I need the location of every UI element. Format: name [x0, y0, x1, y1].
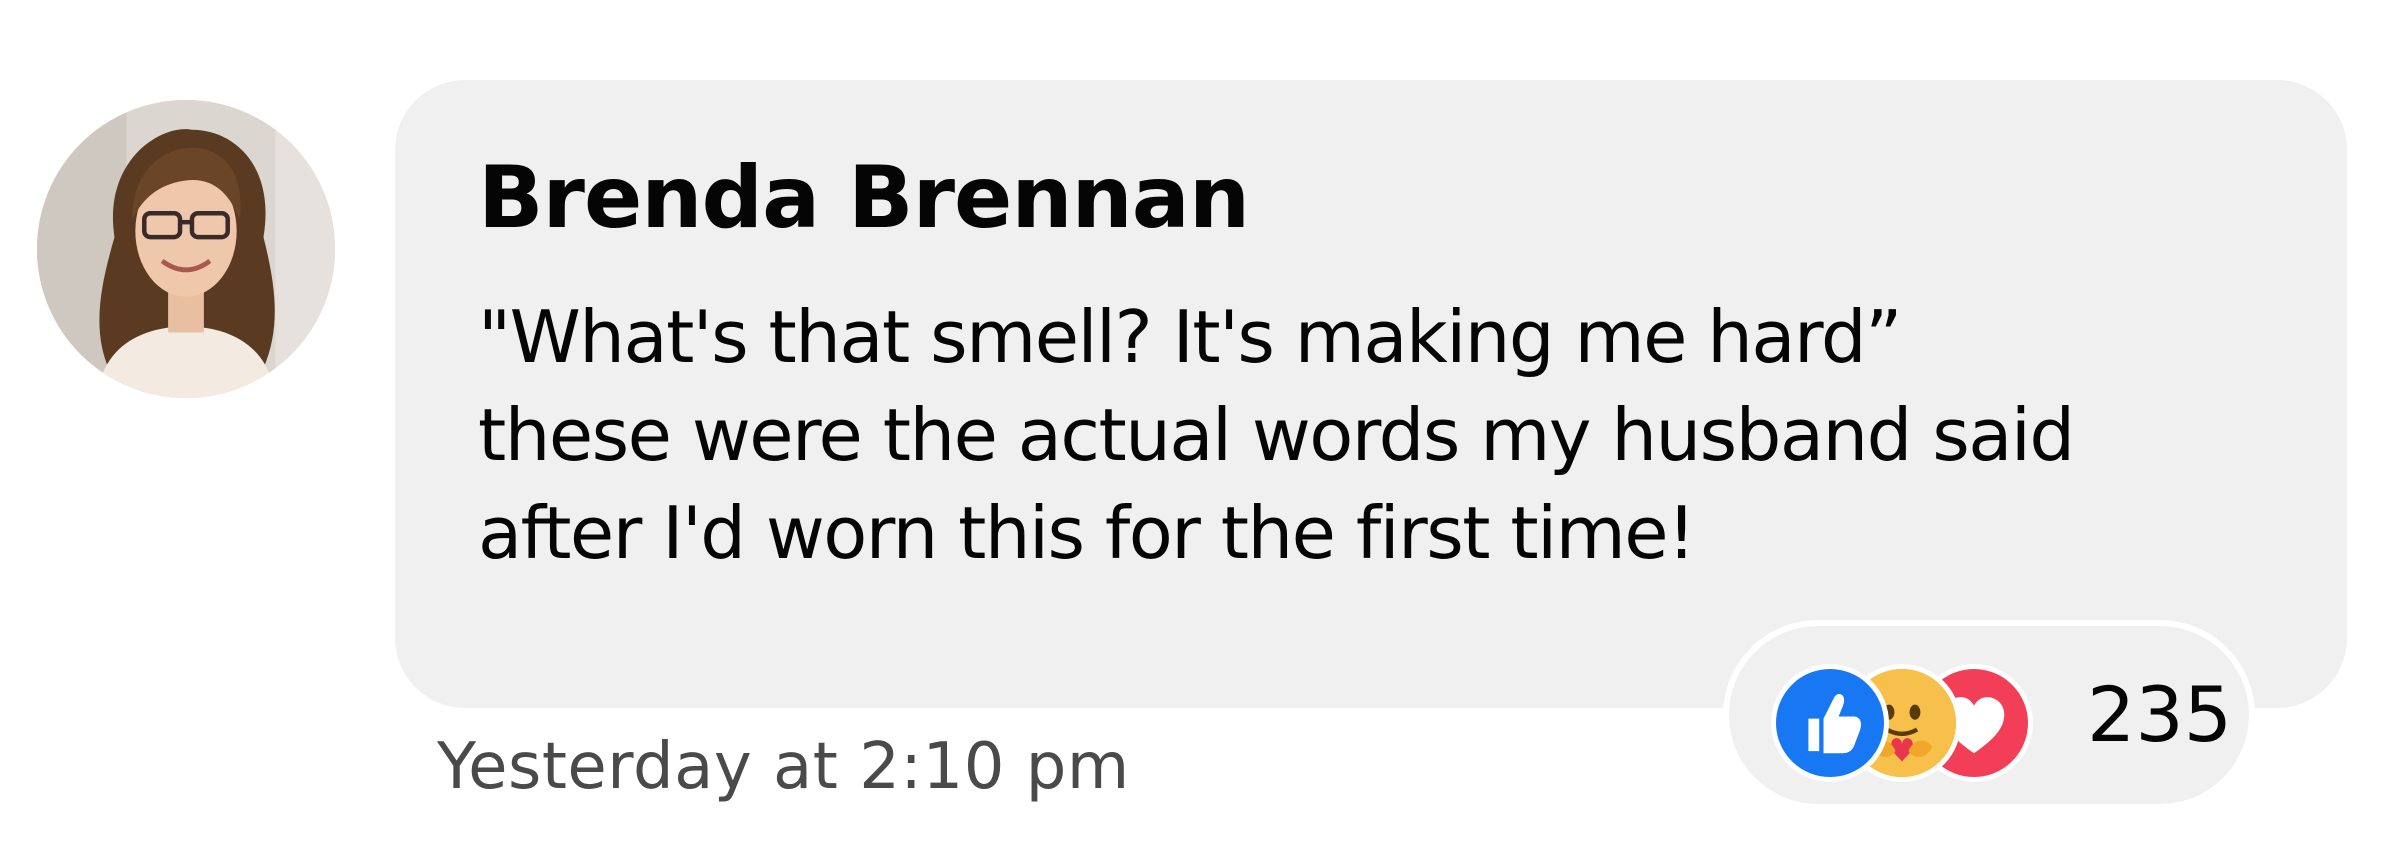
comment-timestamp[interactable]: Yesterday at 2:10 pm	[437, 730, 1130, 804]
comment-text: "What's that smell? It's making me hard”…	[478, 288, 2278, 582]
profile-photo-icon	[37, 100, 335, 398]
comment-text-line: these were the actual words my husband s…	[478, 393, 2075, 477]
like-icon	[1771, 664, 1889, 782]
avatar[interactable]	[37, 100, 335, 398]
comment-author[interactable]: Brenda Brennan	[478, 148, 1250, 248]
comment-text-line: after I'd worn this for the first time!	[478, 491, 1696, 575]
reaction-count: 235	[2087, 670, 2233, 759]
comment-text-line: "What's that smell? It's making me hard”	[478, 295, 1902, 379]
reaction-summary[interactable]: 235	[1723, 620, 2255, 810]
